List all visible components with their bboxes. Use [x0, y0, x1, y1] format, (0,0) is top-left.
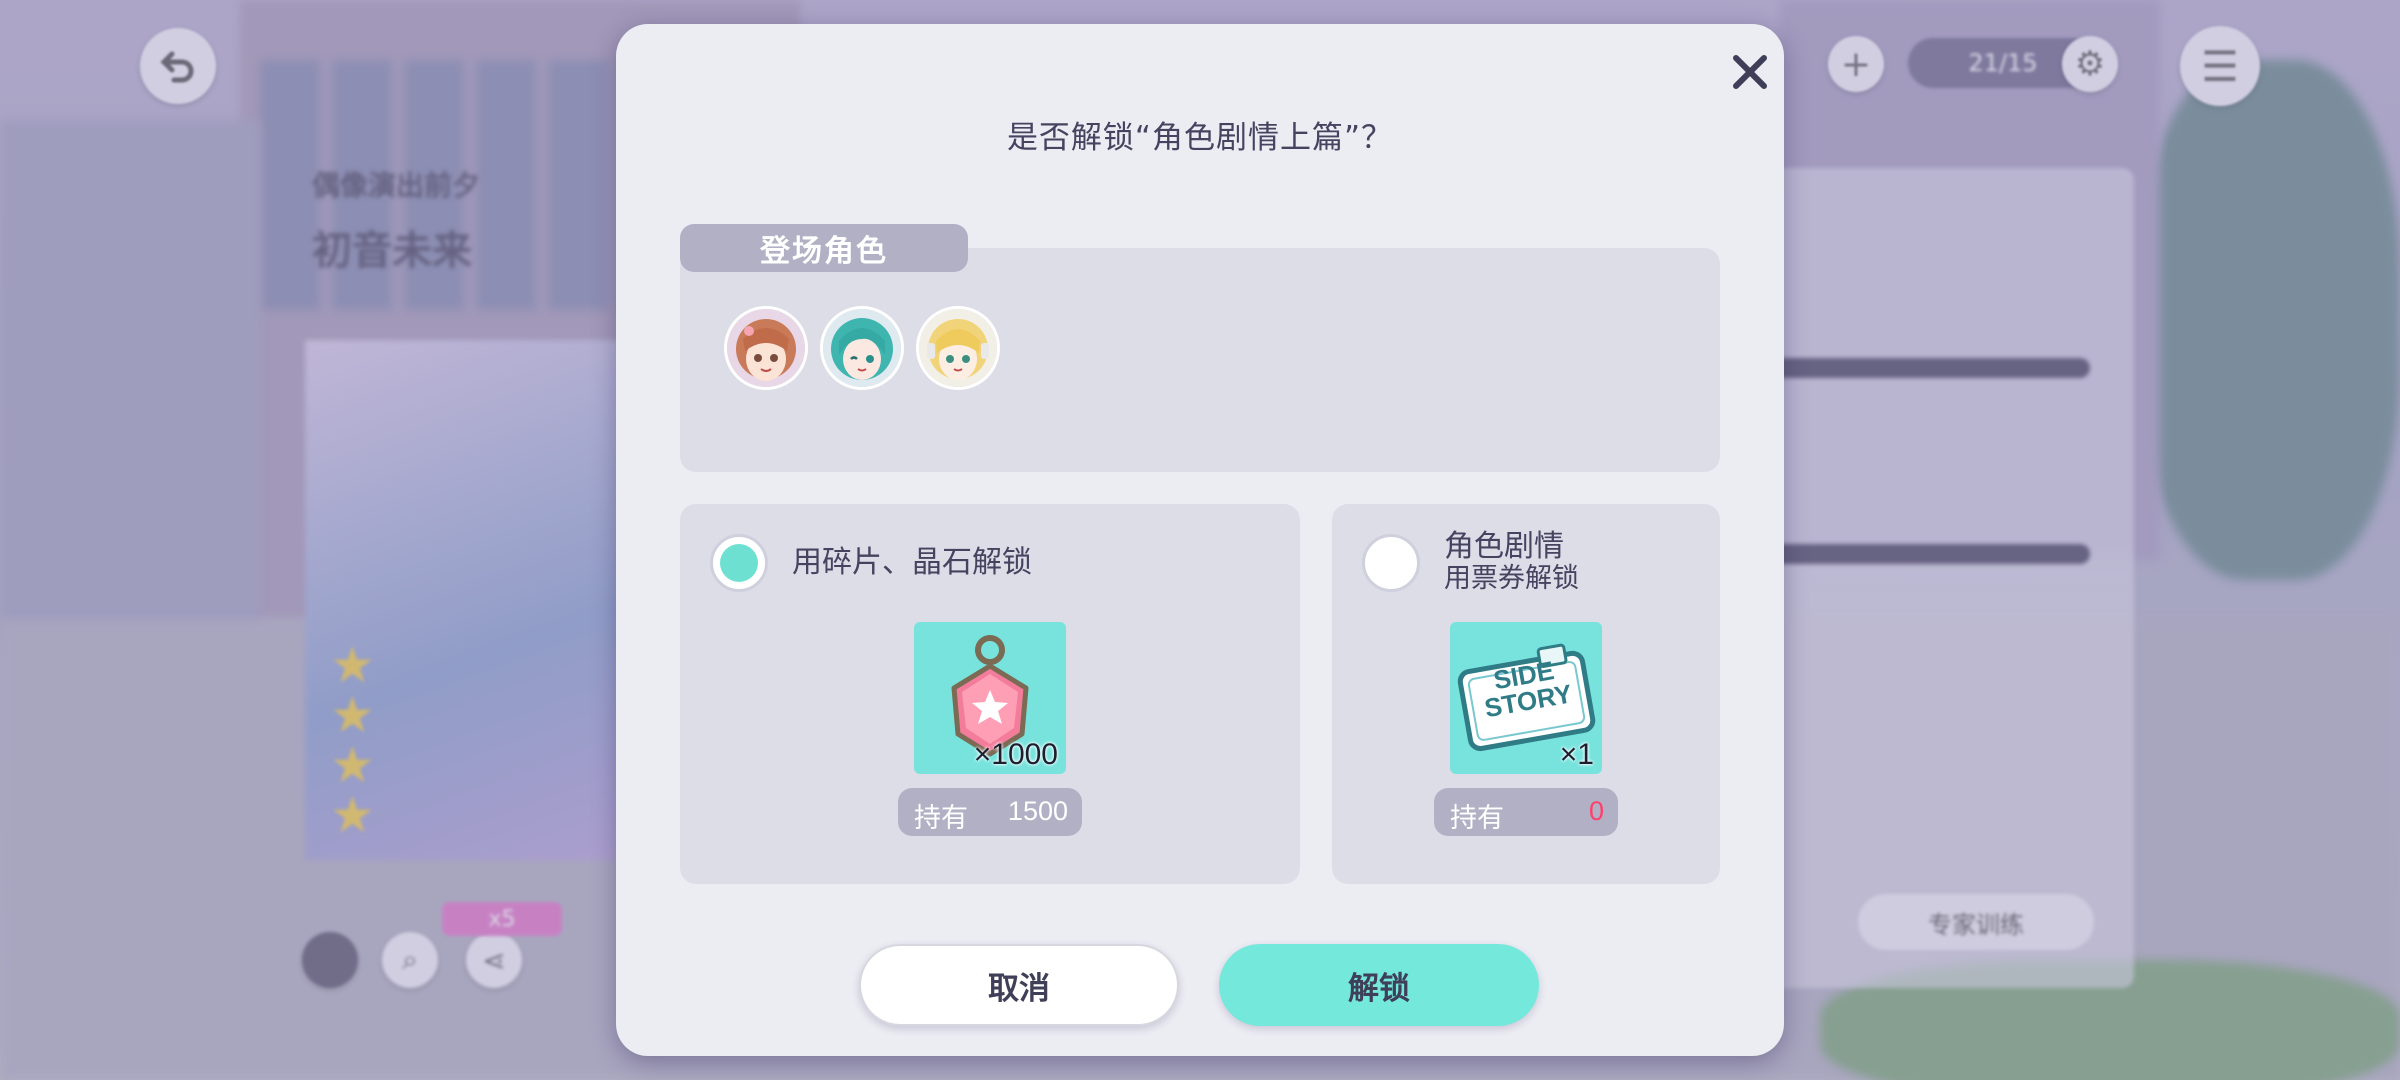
option-ticket[interactable]: 角色剧情 用票券解锁 SIDE STORY ×1 持有 0 [1332, 504, 1720, 884]
unlock-label: 解锁 [1348, 970, 1410, 1007]
option-1-quantity: ×1000 [973, 738, 1058, 771]
cast-label: 登场角色 [680, 224, 968, 272]
owned-value: 1500 [1007, 796, 1068, 826]
avatar-character-3 [916, 306, 1000, 390]
cancel-button[interactable]: 取消 [859, 944, 1179, 1026]
option-2-label-line1: 角色剧情 [1444, 529, 1564, 564]
avatar-character-2 [820, 306, 904, 390]
radio-option-1[interactable] [710, 534, 768, 592]
option-2-label-line2: 用票券解锁 [1444, 563, 1579, 594]
radio-selected-dot [720, 544, 758, 582]
avatar-character-1 [724, 306, 808, 390]
option-1-owned: 持有 1500 [898, 788, 1082, 836]
character-2-avatar-icon [823, 309, 901, 387]
shard-item: ×1000 [914, 622, 1066, 774]
owned-label: 持有 [1450, 803, 1504, 834]
option-2-owned: 持有 0 [1434, 788, 1618, 836]
side-story-ticket-item: SIDE STORY ×1 [1450, 622, 1602, 774]
unlock-dialog: 是否解锁“角色剧情上篇”？ 登场角色 用碎片、晶石解锁 ×1000 持有 150… [616, 24, 1784, 1056]
cancel-label: 取消 [988, 970, 1050, 1007]
close-button[interactable] [1720, 42, 1780, 102]
character-3-avatar-icon [919, 309, 997, 387]
close-icon [1733, 55, 1767, 89]
option-2-quantity: ×1 [1559, 738, 1594, 771]
owned-label: 持有 [914, 803, 968, 834]
dialog-title: 是否解锁“角色剧情上篇”？ [1006, 120, 1394, 156]
option-1-label: 用碎片、晶石解锁 [792, 545, 1032, 580]
unlock-button[interactable]: 解锁 [1219, 944, 1539, 1026]
radio-option-2[interactable] [1362, 534, 1420, 592]
owned-value-insufficient: 0 [1588, 796, 1604, 826]
option-shards-crystals[interactable]: 用碎片、晶石解锁 ×1000 持有 1500 [680, 504, 1300, 884]
character-1-avatar-icon [727, 309, 805, 387]
